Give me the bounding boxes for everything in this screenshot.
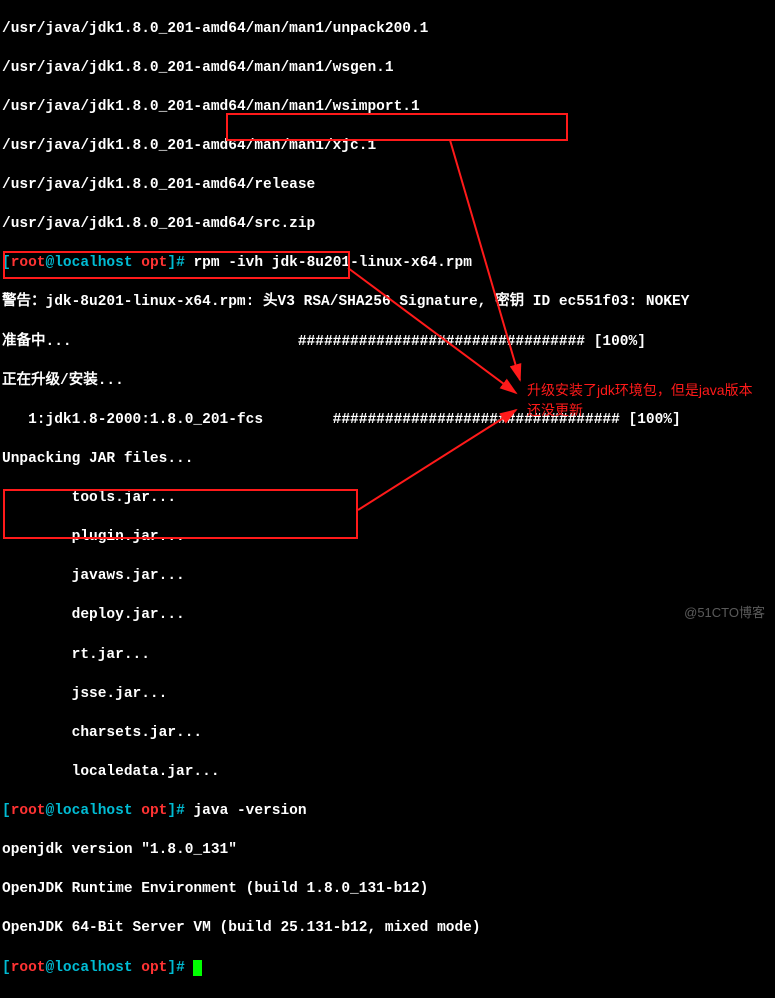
prompt-hash: #	[176, 803, 185, 819]
prompt-bracket-close: ]	[167, 803, 176, 819]
jar-line: localedata.jar...	[2, 763, 773, 783]
prompt-bracket-close: ]	[167, 255, 176, 271]
jar-line: tools.jar...	[2, 489, 773, 509]
path-line: /usr/java/jdk1.8.0_201-amd64/man/man1/xj…	[2, 137, 773, 157]
prompt-line-2[interactable]: [root@localhost opt]# java -version	[2, 802, 773, 822]
jar-line: rt.jar...	[2, 646, 773, 666]
prompt-bracket-open: [	[2, 803, 11, 819]
jar-line: jsse.jar...	[2, 685, 773, 705]
prompt-path: opt	[141, 255, 167, 271]
command-rpm-install: rpm -ivh jdk-8u201-linux-x64.rpm	[193, 255, 471, 271]
path-line: /usr/java/jdk1.8.0_201-amd64/release	[2, 176, 773, 196]
prompt-at: @	[46, 960, 55, 976]
prompt-hash: #	[176, 960, 185, 976]
prompt-line-1[interactable]: [root@localhost opt]# rpm -ivh jdk-8u201…	[2, 254, 773, 274]
prompt-path: opt	[141, 803, 167, 819]
prompt-host: localhost	[54, 960, 132, 976]
path-line: /usr/java/jdk1.8.0_201-amd64/man/man1/ws…	[2, 98, 773, 118]
terminal-output: /usr/java/jdk1.8.0_201-amd64/man/man1/un…	[0, 0, 775, 998]
prompt-hash: #	[176, 255, 185, 271]
jar-line: charsets.jar...	[2, 724, 773, 744]
prompt-bracket-open: [	[2, 255, 11, 271]
prompt-host: localhost	[54, 255, 132, 271]
jar-line: javaws.jar...	[2, 567, 773, 587]
path-line: /usr/java/jdk1.8.0_201-amd64/man/man1/un…	[2, 20, 773, 40]
jar-line: deploy.jar...	[2, 606, 773, 626]
rpm-warning: 警告：jdk-8u201-linux-x64.rpm: 头V3 RSA/SHA2…	[2, 293, 773, 313]
prompt-user: root	[11, 960, 46, 976]
java-vm-line: OpenJDK 64-Bit Server VM (build 25.131-b…	[2, 919, 773, 939]
java-runtime-line: OpenJDK Runtime Environment (build 1.8.0…	[2, 880, 773, 900]
path-line: /usr/java/jdk1.8.0_201-amd64/src.zip	[2, 215, 773, 235]
path-line: /usr/java/jdk1.8.0_201-amd64/man/man1/ws…	[2, 59, 773, 79]
prompt-user: root	[11, 255, 46, 271]
jar-line: plugin.jar...	[2, 528, 773, 548]
prompt-at: @	[46, 803, 55, 819]
rpm-unpack-label: Unpacking JAR files...	[2, 450, 773, 470]
prompt-bracket-close: ]	[167, 960, 176, 976]
prompt-line-3[interactable]: [root@localhost opt]#	[2, 959, 773, 979]
command-java-version: java -version	[193, 803, 306, 819]
prompt-at: @	[46, 255, 55, 271]
prompt-path: opt	[141, 960, 167, 976]
prompt-bracket-open: [	[2, 960, 11, 976]
prompt-host: localhost	[54, 803, 132, 819]
watermark: @51CTO博客	[684, 604, 765, 622]
annotation-text: 升级安装了jdk环境包，但是java版本还没更新	[527, 380, 757, 421]
cursor	[193, 960, 202, 976]
rpm-prepare: 准备中... #################################…	[2, 333, 773, 353]
java-version-line: openjdk version "1.8.0_131"	[2, 841, 773, 861]
prompt-user: root	[11, 803, 46, 819]
